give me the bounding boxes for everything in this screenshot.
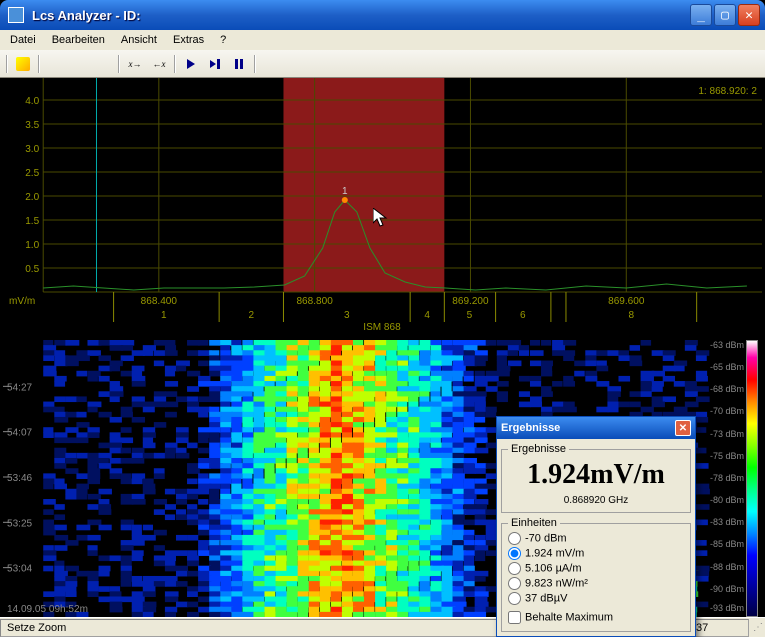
svg-text:869.200: 869.200 <box>452 296 489 307</box>
copy-button[interactable] <box>68 53 90 75</box>
zoom-in-icon: x→ <box>129 59 142 69</box>
minimize-button[interactable]: _ <box>690 4 712 26</box>
unit-option-4[interactable]: 37 dBµV <box>508 591 684 606</box>
close-button[interactable]: ✕ <box>738 4 760 26</box>
svg-text:54:27: 54:27 <box>7 382 33 393</box>
run-icon <box>16 57 30 71</box>
status-left: Setze Zoom <box>0 619 569 637</box>
svg-text:868.400: 868.400 <box>141 296 178 307</box>
svg-text:5: 5 <box>467 310 473 321</box>
marker-readout: 1: 868.920: 2 <box>698 86 757 97</box>
resize-grip[interactable]: ⋰ <box>749 622 765 633</box>
results-frequency: 0.868920 GHz <box>508 495 684 506</box>
play-button[interactable] <box>180 53 202 75</box>
record-icon <box>210 59 220 69</box>
content-area: 1 0.51.01.52.02.53.03.54.0 mV/m 868.400 … <box>3 78 762 617</box>
toolbar-separator <box>172 53 178 75</box>
svg-text:1.5: 1.5 <box>25 216 39 227</box>
menu-extras[interactable]: Extras <box>165 32 212 48</box>
cut-button[interactable] <box>44 53 66 75</box>
toolbar-separator <box>4 53 10 75</box>
menu-bar: Datei Bearbeiten Ansicht Extras ? <box>0 30 765 50</box>
record-button[interactable] <box>204 53 226 75</box>
svg-text:4: 4 <box>424 310 430 321</box>
svg-text:54:07: 54:07 <box>7 428 33 439</box>
toolbar-separator <box>36 53 42 75</box>
svg-text:53:25: 53:25 <box>7 518 33 529</box>
colorbar-gradient <box>746 340 758 617</box>
window-title: Lcs Analyzer - ID: <box>28 8 689 23</box>
waterfall-timestamp: 14.09.05 09h:52m <box>7 604 88 615</box>
svg-text:2.0: 2.0 <box>25 192 39 203</box>
results-group: Ergebnisse 1.924mV/m 0.868920 GHz <box>501 443 691 513</box>
zoom-in-button[interactable]: x→ <box>124 53 146 75</box>
run-button[interactable] <box>12 53 34 75</box>
plot-ylabel: mV/m <box>9 296 35 307</box>
svg-text:8: 8 <box>629 310 635 321</box>
status-number: 37 <box>689 619 749 637</box>
unit-option-1[interactable]: 1.924 mV/m <box>508 546 684 561</box>
unit-option-3[interactable]: 9.823 nW/m² <box>508 576 684 591</box>
pause-icon <box>235 59 243 69</box>
svg-text:0.5: 0.5 <box>25 264 39 275</box>
results-dialog[interactable]: Ergebnisse ✕ Ergebnisse 1.924mV/m 0.8689… <box>496 416 696 637</box>
svg-text:2: 2 <box>249 310 255 321</box>
svg-text:4.0: 4.0 <box>25 96 39 107</box>
unit-option-2[interactable]: 5.106 µA/m <box>508 561 684 576</box>
maximize-button[interactable]: ▢ <box>714 4 736 26</box>
marker-label: 1 <box>342 186 348 197</box>
toolbar-separator <box>252 53 258 75</box>
svg-text:3: 3 <box>344 310 350 321</box>
title-bar: Lcs Analyzer - ID: _ ▢ ✕ <box>0 0 765 30</box>
results-close-button[interactable]: ✕ <box>675 420 691 436</box>
app-icon <box>8 7 24 23</box>
results-titlebar[interactable]: Ergebnisse ✕ <box>497 417 695 439</box>
mouse-cursor <box>373 208 389 230</box>
menu-datei[interactable]: Datei <box>2 32 44 48</box>
results-title: Ergebnisse <box>501 422 675 434</box>
results-main-value: 1.924mV/m <box>508 457 684 493</box>
menu-bearbeiten[interactable]: Bearbeiten <box>44 32 113 48</box>
colorbar: -63 dBm -65 dBm -68 dBm -70 dBm -73 dBm … <box>714 340 762 617</box>
pause-button[interactable] <box>228 53 250 75</box>
menu-ansicht[interactable]: Ansicht <box>113 32 165 48</box>
toolbar-separator <box>116 53 122 75</box>
svg-text:3.0: 3.0 <box>25 144 39 155</box>
svg-text:1.0: 1.0 <box>25 240 39 251</box>
zoom-out-button[interactable]: ←x <box>148 53 170 75</box>
svg-text:2.5: 2.5 <box>25 168 39 179</box>
band-label: ISM 868 <box>363 322 401 333</box>
svg-text:53:04: 53:04 <box>7 564 33 575</box>
units-group: Einheiten -70 dBm 1.924 mV/m 5.106 µA/m … <box>501 517 691 632</box>
spectrum-plot[interactable]: 1 0.51.01.52.02.53.03.54.0 mV/m 868.400 … <box>3 78 762 334</box>
svg-text:869.600: 869.600 <box>608 296 645 307</box>
svg-text:53:46: 53:46 <box>7 473 33 484</box>
svg-text:868.800: 868.800 <box>296 296 333 307</box>
keep-max-checkbox[interactable]: Behalte Maximum <box>508 610 684 625</box>
play-icon <box>187 59 195 69</box>
svg-text:1: 1 <box>161 310 167 321</box>
unit-option-0[interactable]: -70 dBm <box>508 531 684 546</box>
menu-help[interactable]: ? <box>212 32 234 48</box>
paste-button[interactable] <box>92 53 114 75</box>
svg-text:3.5: 3.5 <box>25 120 39 131</box>
zoom-out-icon: ←x <box>153 59 166 69</box>
svg-text:6: 6 <box>520 310 526 321</box>
toolbar: x→ ←x <box>0 50 765 78</box>
